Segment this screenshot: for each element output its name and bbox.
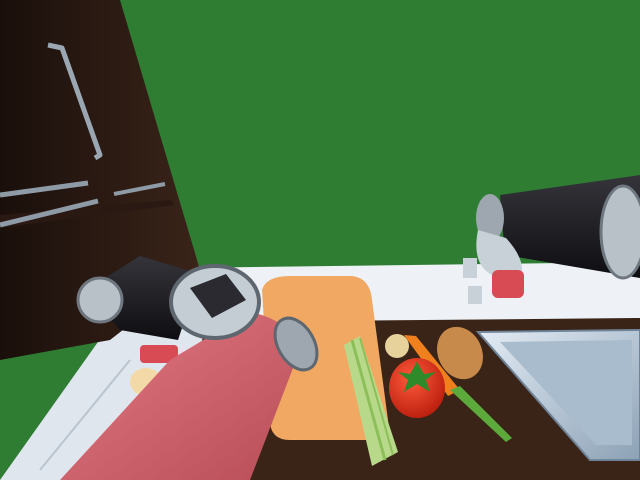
onion[interactable] <box>385 334 409 358</box>
kitchen-scene <box>0 0 640 480</box>
right-gripper-pad <box>492 270 524 298</box>
tomato[interactable] <box>389 358 445 418</box>
left-wrist-joint <box>76 276 124 324</box>
right-elbow-joint <box>599 184 640 280</box>
right-finger-lower <box>468 286 482 304</box>
game-viewport <box>0 0 640 480</box>
right-finger-upper <box>463 258 477 278</box>
